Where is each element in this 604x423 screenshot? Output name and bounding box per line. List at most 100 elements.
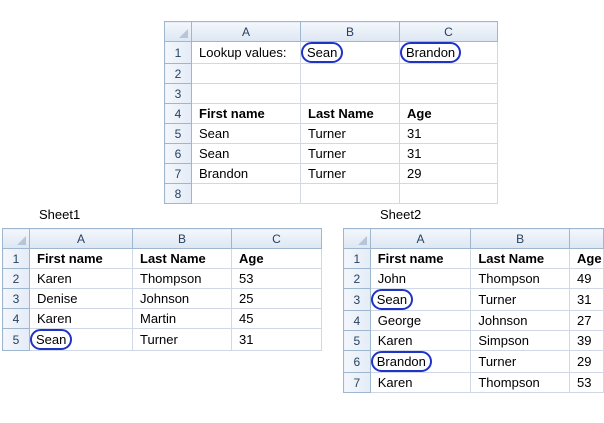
row-header[interactable]: 4 xyxy=(343,310,371,331)
column-header[interactable]: A xyxy=(369,228,472,249)
cell[interactable]: Sean xyxy=(191,143,301,164)
column-header[interactable]: B xyxy=(470,228,570,249)
cell[interactable]: Karen xyxy=(29,308,133,329)
row-header[interactable]: 7 xyxy=(343,372,371,393)
cell[interactable]: Thompson xyxy=(470,372,570,393)
cell[interactable]: Thompson xyxy=(132,268,232,289)
cell[interactable]: 31 xyxy=(231,328,322,351)
cell[interactable]: Karen xyxy=(29,268,133,289)
cell[interactable]: Turner xyxy=(470,350,570,373)
cell[interactable]: Martin xyxy=(132,308,232,329)
cell[interactable]: Turner xyxy=(300,163,400,184)
cell[interactable]: John xyxy=(369,268,472,289)
row-header[interactable]: 4 xyxy=(164,103,192,124)
select-all-corner[interactable] xyxy=(164,21,192,42)
column-header[interactable]: B xyxy=(132,228,232,249)
row-header[interactable]: 3 xyxy=(343,288,371,311)
cell[interactable]: Karen xyxy=(369,372,472,393)
cell[interactable]: 25 xyxy=(231,288,322,309)
cell[interactable]: Last Name xyxy=(132,248,232,269)
cell[interactable]: First name xyxy=(369,248,472,269)
cell[interactable]: Simpson xyxy=(470,330,570,351)
row-header[interactable]: 4 xyxy=(2,308,30,329)
cell[interactable]: Turner xyxy=(132,328,232,351)
cell[interactable]: Turner xyxy=(300,123,400,144)
row-header[interactable]: 5 xyxy=(2,328,30,351)
row-header[interactable]: 6 xyxy=(164,143,192,164)
cell[interactable]: 53 xyxy=(231,268,322,289)
cell[interactable]: 27 xyxy=(569,310,604,331)
cell[interactable]: First name xyxy=(191,103,301,124)
cell[interactable]: Last Name xyxy=(470,248,570,269)
cell-value: Turner xyxy=(308,126,346,141)
cell[interactable]: Age xyxy=(569,248,604,269)
row-header[interactable]: 2 xyxy=(2,268,30,289)
cell[interactable]: 39 xyxy=(569,330,604,351)
row-header[interactable]: 5 xyxy=(164,123,192,144)
cell[interactable]: Age xyxy=(231,248,322,269)
cell[interactable]: Brandon xyxy=(369,350,472,373)
cell[interactable]: Sean xyxy=(191,123,301,144)
row-header[interactable]: 1 xyxy=(343,248,371,269)
column-header[interactable]: A xyxy=(191,21,301,42)
select-all-corner[interactable] xyxy=(343,228,371,249)
select-all-corner[interactable] xyxy=(2,228,30,249)
row-header[interactable]: 2 xyxy=(164,63,192,84)
cell[interactable] xyxy=(399,63,498,84)
row-header[interactable]: 8 xyxy=(164,183,192,204)
row-header[interactable]: 5 xyxy=(343,330,371,351)
cell[interactable]: Last Name xyxy=(300,103,400,124)
cell[interactable]: 29 xyxy=(569,350,604,373)
row-header[interactable]: 2 xyxy=(343,268,371,289)
cell[interactable]: Sean xyxy=(29,328,133,351)
sheet1-grid: A B C 1 First name Last Name Age 2 Karen Thompson… xyxy=(2,228,322,351)
cell[interactable]: 31 xyxy=(399,123,498,144)
cell[interactable]: Denise xyxy=(29,288,133,309)
cell[interactable]: Sean xyxy=(369,288,472,311)
cell-value: Turner xyxy=(140,332,178,347)
cell[interactable] xyxy=(191,83,301,104)
cell[interactable] xyxy=(191,63,301,84)
cell-value: Karen xyxy=(377,375,413,390)
row-header[interactable]: 3 xyxy=(164,83,192,104)
cell[interactable]: 31 xyxy=(569,288,604,311)
cell[interactable]: Age xyxy=(399,103,498,124)
cell[interactable]: 45 xyxy=(231,308,322,329)
cell[interactable]: Brandon xyxy=(399,41,498,64)
cell-value: Karen xyxy=(377,333,413,348)
cell[interactable]: Turner xyxy=(300,143,400,164)
table-row: 2 John Thompson 49 xyxy=(343,268,604,289)
row-header[interactable]: 1 xyxy=(164,41,192,64)
cell[interactable]: Sean xyxy=(300,41,400,64)
cell[interactable]: 31 xyxy=(399,143,498,164)
column-header[interactable] xyxy=(569,228,604,249)
cell-value: Turner xyxy=(308,146,346,161)
row-header[interactable]: 7 xyxy=(164,163,192,184)
cell[interactable] xyxy=(300,183,400,204)
cell[interactable]: First name xyxy=(29,248,133,269)
cell[interactable]: 53 xyxy=(569,372,604,393)
row-header[interactable]: 6 xyxy=(343,350,371,373)
cell[interactable]: Johnson xyxy=(132,288,232,309)
row-header[interactable]: 1 xyxy=(2,248,30,269)
column-header[interactable]: C xyxy=(399,21,498,42)
cell[interactable]: Johnson xyxy=(470,310,570,331)
cell[interactable]: Thompson xyxy=(470,268,570,289)
cell-value: John xyxy=(377,271,406,286)
cell[interactable] xyxy=(191,183,301,204)
column-header[interactable]: B xyxy=(300,21,400,42)
cell[interactable]: Karen xyxy=(369,330,472,351)
column-header[interactable]: C xyxy=(231,228,322,249)
row-header[interactable]: 3 xyxy=(2,288,30,309)
cell[interactable]: Lookup values: xyxy=(191,41,301,64)
cell[interactable] xyxy=(399,83,498,104)
column-header[interactable]: A xyxy=(29,228,133,249)
cell[interactable] xyxy=(300,63,400,84)
cell[interactable]: Turner xyxy=(470,288,570,311)
cell[interactable]: 29 xyxy=(399,163,498,184)
cell[interactable]: Brandon xyxy=(191,163,301,184)
cell[interactable]: George xyxy=(369,310,472,331)
cell[interactable] xyxy=(399,183,498,204)
cell[interactable] xyxy=(300,83,400,104)
cell[interactable]: 49 xyxy=(569,268,604,289)
